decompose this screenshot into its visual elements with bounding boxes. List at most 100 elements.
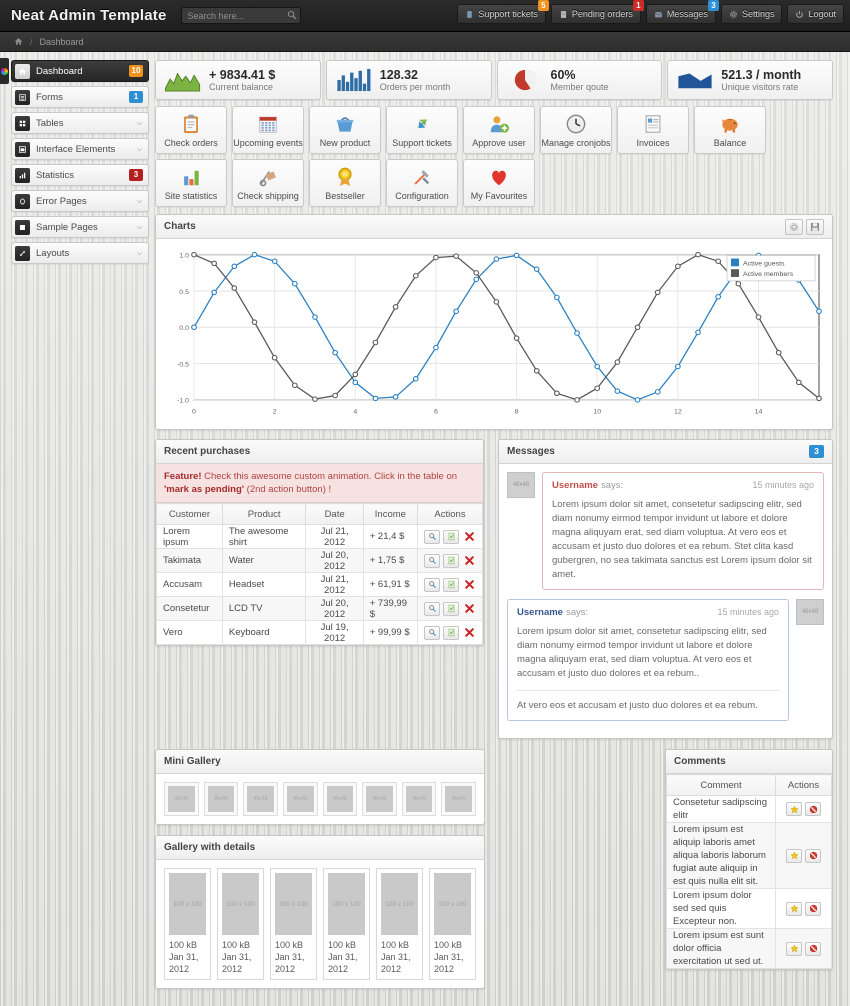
mini-thumb[interactable]: 45x45	[204, 782, 239, 816]
home-icon	[14, 37, 23, 46]
shortcut-bestseller[interactable]: Bestseller	[309, 159, 381, 207]
star-icon	[790, 904, 799, 913]
sidebar-item-dashboard[interactable]: Dashboard10	[11, 60, 149, 82]
shortcut-invoices[interactable]: Invoices	[617, 106, 689, 154]
delete-button[interactable]	[462, 578, 476, 592]
theme-switcher-tab[interactable]	[0, 58, 9, 84]
mark-pending-button[interactable]	[443, 626, 459, 640]
shortcut-label: Approve user	[472, 138, 526, 148]
delete-button[interactable]	[462, 602, 476, 616]
top-nav-pending-orders[interactable]: Pending orders1	[551, 4, 641, 24]
shortcut-label: Bestseller	[325, 191, 365, 201]
sidebar-item-sample-pages[interactable]: Sample Pages	[11, 216, 149, 238]
cell-date: Jul 20, 2012	[306, 549, 363, 573]
shortcut-configuration[interactable]: Configuration	[386, 159, 458, 207]
gallery-card[interactable]: 100 x 100100 kBJan 31, 2012	[376, 868, 423, 980]
gallery-card[interactable]: 100 x 100100 kBJan 31, 2012	[429, 868, 476, 980]
svg-text:1.0: 1.0	[179, 253, 189, 260]
view-button[interactable]	[424, 626, 440, 640]
stat-widget-1[interactable]: 128.32Orders per month	[326, 60, 492, 100]
sidebar-item-statistics[interactable]: Statistics3	[11, 164, 149, 186]
favourite-button[interactable]	[786, 802, 802, 816]
chart-canvas[interactable]: -1.0-0.50.00.51.002468101214Active guest…	[156, 239, 832, 429]
block-button[interactable]	[805, 802, 821, 816]
cell-actions	[417, 549, 482, 573]
mini-thumb[interactable]: 45x45	[362, 782, 397, 816]
gallery-card[interactable]: 100 x 100100 kBJan 31, 2012	[270, 868, 317, 980]
favourite-button[interactable]	[786, 902, 802, 916]
shortcut-manage-cronjobs[interactable]: Manage cronjobs	[540, 106, 612, 154]
sidebar-item-layouts[interactable]: Layouts	[11, 242, 149, 264]
sidebar-item-forms[interactable]: Forms1	[11, 86, 149, 108]
mini-thumb[interactable]: 45x45	[283, 782, 318, 816]
view-button[interactable]	[424, 530, 440, 544]
shortcut-support-tickets[interactable]: Support tickets	[386, 106, 458, 154]
table-row[interactable]: VeroKeyboardJul 19, 2012+ 99,99 $	[157, 621, 483, 645]
shortcut-site-statistics[interactable]: Site statistics	[155, 159, 227, 207]
sidebar-item-error-pages[interactable]: Error Pages	[11, 190, 149, 212]
cell-comment: Lorem ipsum dolor sed sed quis Excepteur…	[667, 889, 776, 929]
favourite-button[interactable]	[786, 849, 802, 863]
shortcut-label: My Favourites	[471, 191, 528, 201]
table-row[interactable]: Consetetur sadipscing elitr	[667, 796, 832, 823]
mini-thumb[interactable]: 45x45	[323, 782, 358, 816]
view-button[interactable]	[424, 602, 440, 616]
cell-product: The awesome shirt	[222, 525, 306, 549]
block-button[interactable]	[805, 902, 821, 916]
mark-pending-button[interactable]	[443, 530, 459, 544]
chart-settings-button[interactable]	[785, 219, 803, 235]
view-button[interactable]	[424, 578, 440, 592]
view-button[interactable]	[424, 554, 440, 568]
top-nav-logout[interactable]: Logout	[787, 4, 844, 24]
stat-widget-0[interactable]: + 9834.41 $Current balance	[155, 60, 321, 100]
mark-pending-button[interactable]	[443, 554, 459, 568]
delete-button[interactable]	[462, 554, 476, 568]
stat-widget-2[interactable]: 60%Member qoute	[497, 60, 663, 100]
stat-widget-3[interactable]: 521.3 / monthUnique visitors rate	[667, 60, 833, 100]
purchases-column: Recent purchases Feature! Check this awe…	[155, 439, 484, 646]
shortcut-tiles: Check ordersUpcoming eventsNew productSu…	[155, 106, 833, 207]
table-row[interactable]: AccusamHeadsetJul 21, 2012+ 61,91 $	[157, 573, 483, 597]
table-row[interactable]: Lorem ipsumThe awesome shirtJul 21, 2012…	[157, 525, 483, 549]
delete-button[interactable]	[462, 530, 476, 544]
block-button[interactable]	[805, 849, 821, 863]
table-row[interactable]: ConseteturLCD TVJul 20, 2012+ 739,99 $	[157, 597, 483, 621]
top-nav-messages[interactable]: Messages3	[646, 4, 716, 24]
sidebar-item-interface-elements[interactable]: Interface Elements	[11, 138, 149, 160]
breadcrumb-current[interactable]: Dashboard	[40, 37, 84, 47]
shortcut-upcoming-events[interactable]: Upcoming events	[232, 106, 304, 154]
mini-thumb[interactable]: 45x45	[243, 782, 278, 816]
search-input[interactable]	[181, 7, 301, 24]
mini-thumb[interactable]: 45x45	[164, 782, 199, 816]
chart-save-button[interactable]	[806, 219, 824, 235]
shortcut-check-shipping[interactable]: Check shipping	[232, 159, 304, 207]
message-username[interactable]: Username	[517, 607, 563, 618]
top-nav-settings[interactable]: Settings	[721, 4, 783, 24]
message-username[interactable]: Username	[552, 480, 598, 491]
svg-text:-0.5: -0.5	[177, 362, 189, 369]
table-row[interactable]: Lorem ipsum dolor sed sed quis Excepteur…	[667, 889, 832, 929]
shortcut-new-product[interactable]: New product	[309, 106, 381, 154]
comments-panel: Comments CommentActions Consetetur sadip…	[665, 749, 833, 970]
table-row[interactable]: Lorem ipsum est aliquip laboris amet ali…	[667, 823, 832, 889]
block-button[interactable]	[805, 942, 821, 956]
mark-pending-button[interactable]	[443, 578, 459, 592]
gallery-card[interactable]: 100 x 100100 kBJan 31, 2012	[217, 868, 264, 980]
shortcut-balance[interactable]: Balance	[694, 106, 766, 154]
shortcut-approve-user[interactable]: Approve user	[463, 106, 535, 154]
shortcut-check-orders[interactable]: Check orders	[155, 106, 227, 154]
top-bar: Neat Admin Template Support tickets5Pend…	[0, 0, 850, 32]
top-nav-support-tickets[interactable]: Support tickets5	[457, 4, 546, 24]
mark-pending-button[interactable]	[443, 602, 459, 616]
table-row[interactable]: TakimataWaterJul 20, 2012+ 1,75 $	[157, 549, 483, 573]
mini-thumb[interactable]: 45x45	[441, 782, 476, 816]
mini-thumb[interactable]: 45x45	[402, 782, 437, 816]
favourite-button[interactable]	[786, 942, 802, 956]
sidebar-item-tables[interactable]: Tables	[11, 112, 149, 134]
gallery-card[interactable]: 100 x 100100 kBJan 31, 2012	[164, 868, 211, 980]
shortcut-my-favourites[interactable]: My Favourites	[463, 159, 535, 207]
top-nav-label: Support tickets	[478, 9, 538, 19]
table-row[interactable]: Lorem ipsum est sunt dolor officia exerc…	[667, 929, 832, 969]
delete-button[interactable]	[462, 626, 476, 640]
gallery-card[interactable]: 100 x 100100 kBJan 31, 2012	[323, 868, 370, 980]
